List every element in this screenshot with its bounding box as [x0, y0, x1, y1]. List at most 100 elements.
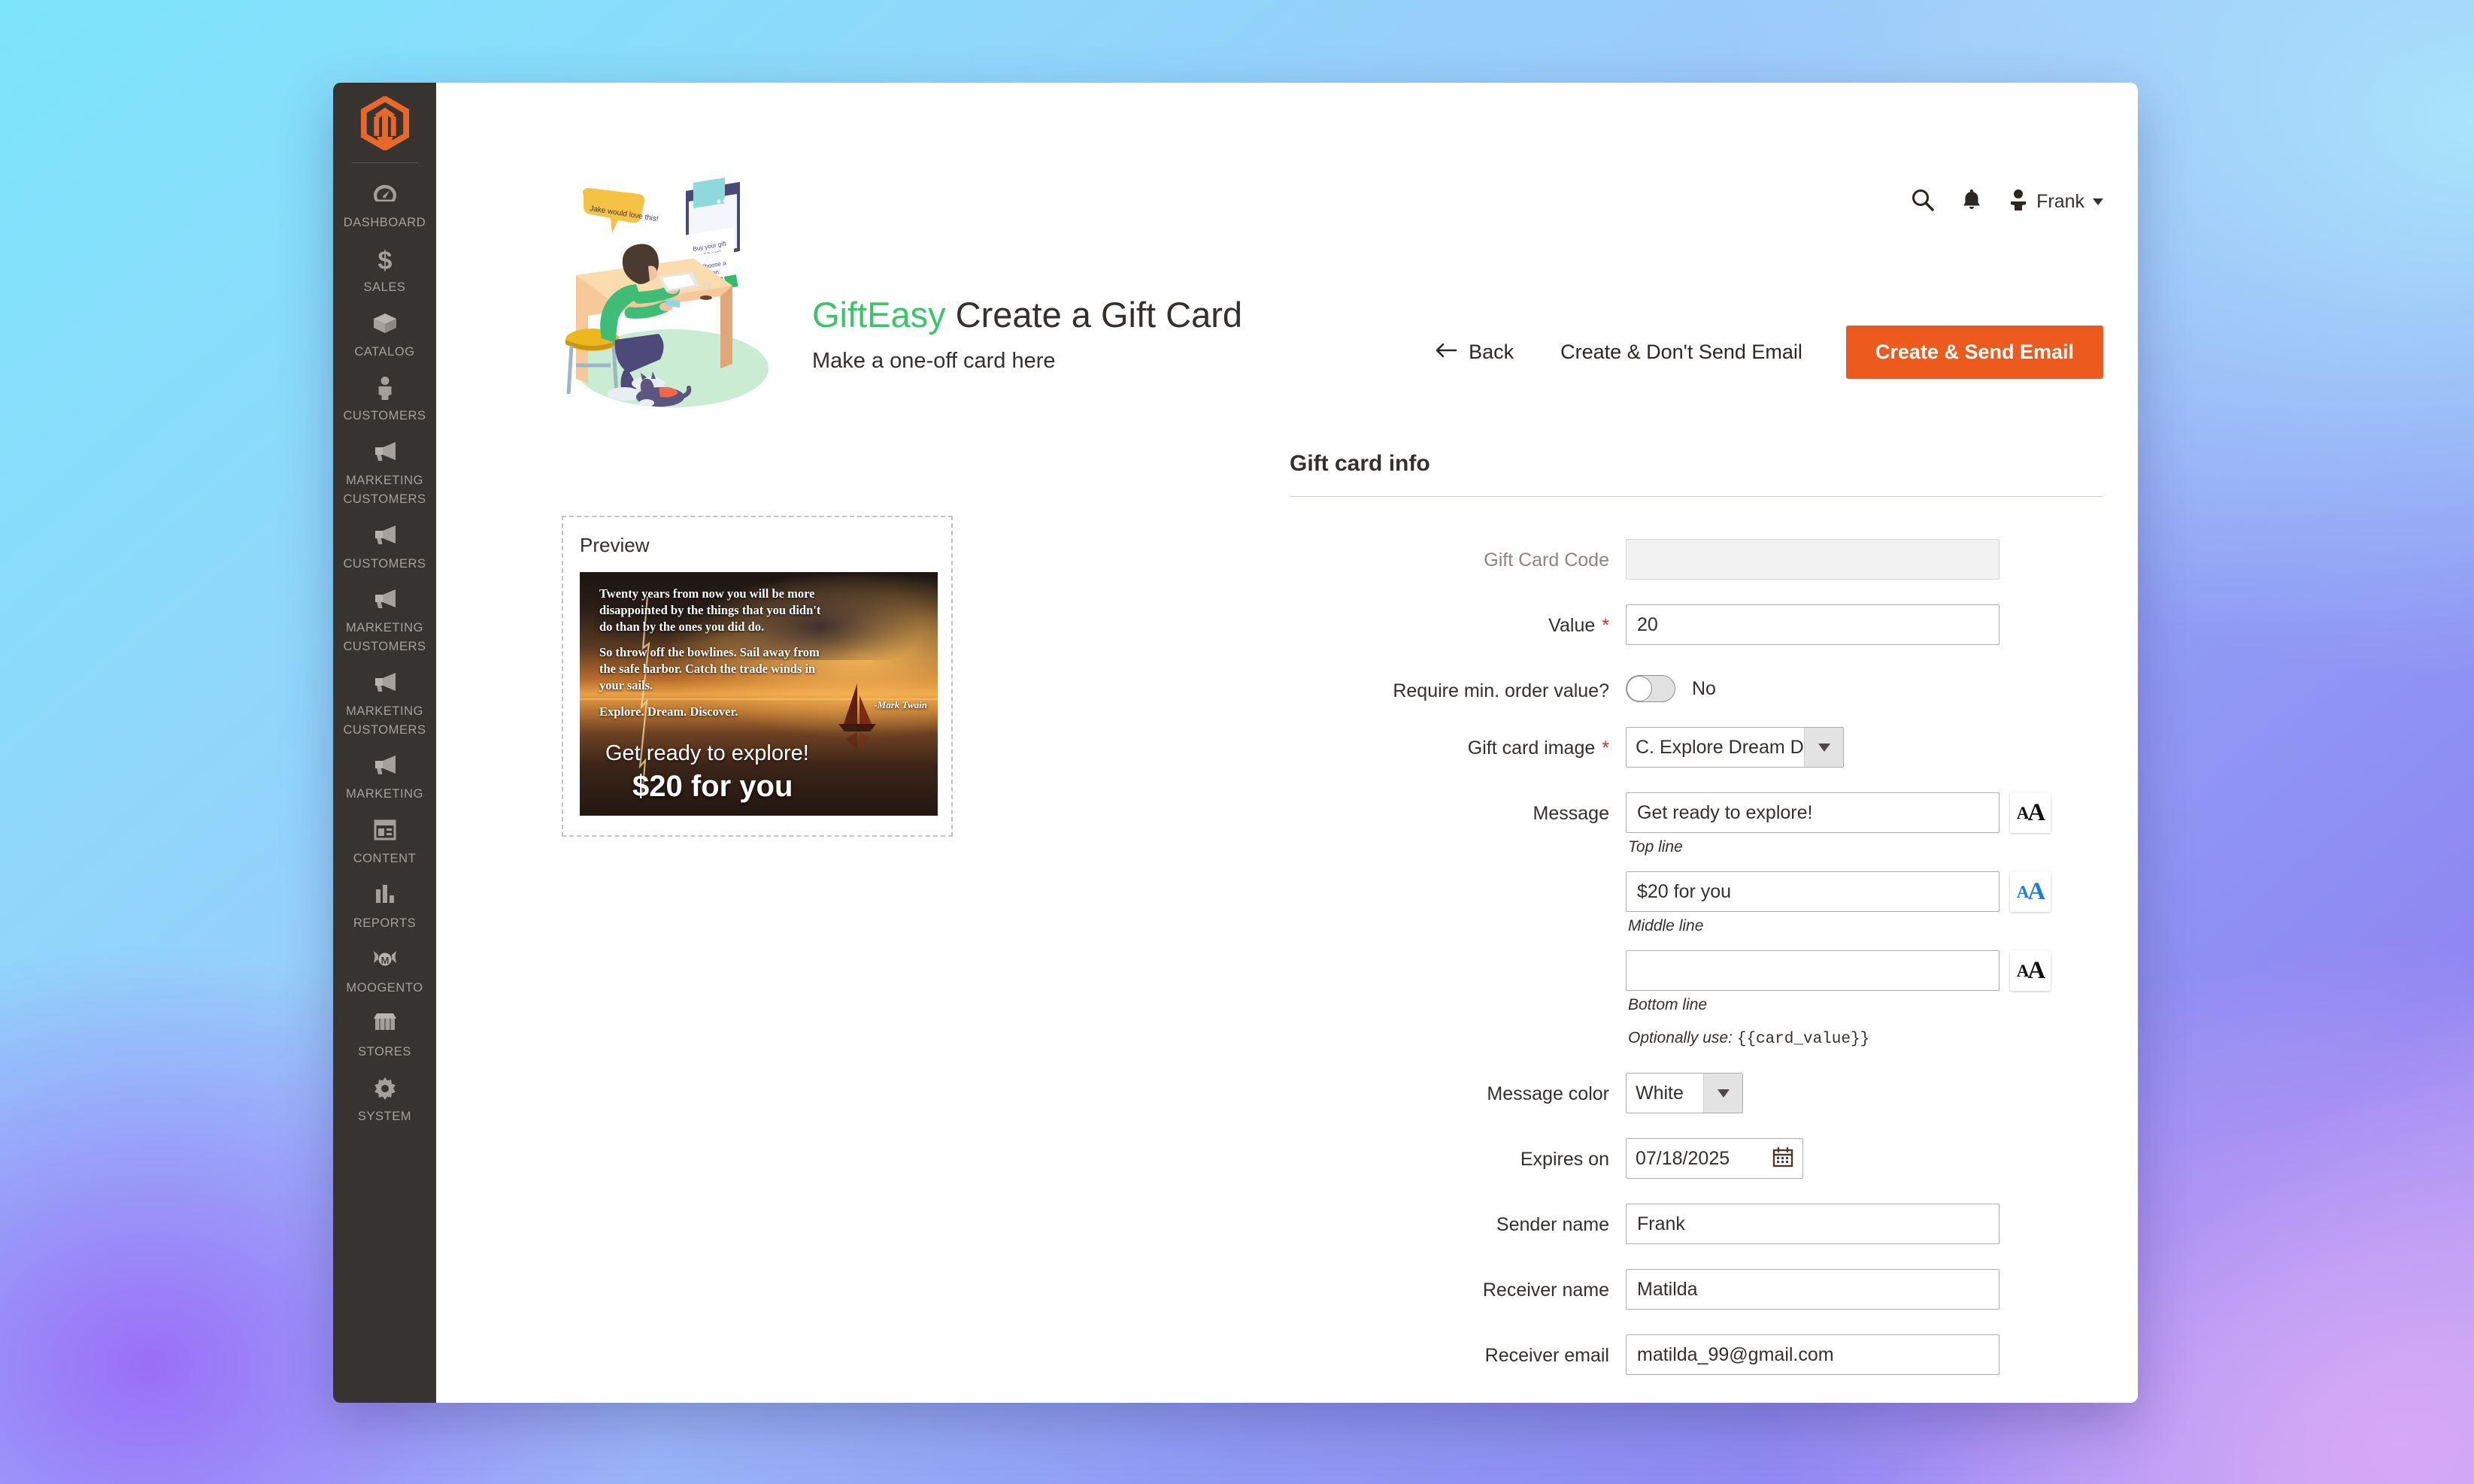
- receiver-email-input[interactable]: [1626, 1334, 2000, 1375]
- field-gift-card-code: Gift Card Code: [1290, 539, 2103, 580]
- back-button[interactable]: Back: [1412, 341, 1536, 364]
- value-label-text: Value: [1548, 615, 1596, 636]
- message-color-select[interactable]: White: [1626, 1073, 1743, 1113]
- message-top-help: Top line: [1628, 838, 1683, 856]
- create-send-email-button[interactable]: Create & Send Email: [1845, 326, 2103, 379]
- field-sender-name: Sender name: [1290, 1204, 2103, 1244]
- sidebar-item-customers-2[interactable]: CUSTOMERS: [333, 516, 436, 581]
- message-middle-line-row: AA: [1626, 871, 2103, 912]
- message-hint-prefix: Optionally use:: [1628, 1029, 1733, 1046]
- page-header: Buy your gift card here! Choose a design…: [436, 128, 2138, 407]
- require-min-order-label: Require min. order value?: [1393, 680, 1609, 701]
- message-top-input[interactable]: [1626, 792, 2000, 833]
- message-hint: Optionally use: {{card_value}}: [1628, 1029, 2103, 1048]
- sidebar-item-catalog[interactable]: CATALOG: [333, 304, 436, 369]
- gift-card-image-selected: C. Explore Dream Discover: [1636, 736, 1804, 758]
- gift-card-image-label: Gift card image *: [1290, 727, 1626, 759]
- sidebar-item-sales[interactable]: $ SALES: [333, 240, 436, 304]
- calendar-icon[interactable]: [1772, 1146, 1793, 1171]
- brand-name: GiftEasy: [812, 295, 946, 335]
- field-gift-card-image: Gift card image * C. Explore Dream Discov…: [1290, 727, 2103, 768]
- sidebar-item-label: MOOGENTO: [346, 980, 423, 995]
- storefront-icon: [336, 1012, 433, 1037]
- create-dont-send-email-button[interactable]: Create & Don't Send Email: [1536, 341, 1827, 364]
- required-asterisk: *: [1602, 737, 1609, 759]
- sender-name-input[interactable]: [1626, 1204, 2000, 1244]
- expires-on-label: Expires on: [1520, 1149, 1609, 1170]
- sidebar-item-dashboard[interactable]: DASHBOARD: [333, 175, 436, 240]
- magento-logo-icon[interactable]: [358, 95, 412, 152]
- header-actions: Back Create & Don't Send Email Create & …: [1412, 326, 2103, 379]
- megaphone-icon: [336, 441, 433, 466]
- sidebar-item-customers[interactable]: CUSTOMERS: [333, 368, 436, 433]
- chevron-down-icon: [1703, 1074, 1742, 1113]
- card-message-middle: $20 for you: [632, 770, 793, 803]
- card-message-top: Get ready to explore!: [605, 741, 809, 765]
- sidebar-item-stores[interactable]: STORES: [333, 1004, 436, 1069]
- field-require-min-order-value: Require min. order value? No: [1290, 670, 2103, 702]
- sidebar-item-label: SALES: [363, 280, 406, 294]
- receiver-email-label: Receiver email: [1484, 1345, 1609, 1366]
- gauge-icon: [336, 183, 433, 208]
- sidebar-item-label: MARKETING CUSTOMERS: [343, 704, 426, 737]
- sidebar-item-label: REPORTS: [353, 916, 417, 930]
- field-message-color: Message color White: [1290, 1073, 2103, 1113]
- gift-card-preview-image: Twenty years from now you will be more d…: [580, 572, 938, 816]
- section-divider: [1290, 496, 2103, 497]
- quote-paragraph: So throw off the bowlines. Sail away fro…: [599, 645, 820, 692]
- layout-icon: [336, 819, 433, 844]
- message-middle-input[interactable]: [1626, 871, 2000, 912]
- bar-chart-icon: [336, 883, 433, 909]
- receiver-name-input[interactable]: [1626, 1269, 2000, 1310]
- quote-paragraph: Twenty years from now you will be more d…: [599, 586, 821, 634]
- page-subtitle: Make a one-off card here: [812, 348, 1056, 373]
- message-bottom-line-row: AA: [1626, 950, 2103, 991]
- message-bottom-help: Bottom line: [1628, 996, 1708, 1013]
- font-size-icon-middle[interactable]: AA: [2010, 871, 2051, 912]
- require-min-order-state: No: [1692, 677, 1716, 699]
- sender-name-label: Sender name: [1496, 1214, 1609, 1235]
- message-color-label: Message color: [1487, 1083, 1609, 1104]
- sidebar-item-label: DASHBOARD: [343, 216, 426, 229]
- sidebar-nav-list: DASHBOARD $ SALES CATALOG CUSTOMERS MARK…: [333, 175, 436, 1134]
- sidebar-divider: [351, 162, 418, 163]
- sidebar-item-label: CONTENT: [353, 852, 417, 865]
- font-size-icon-top[interactable]: AA: [2010, 792, 2051, 833]
- svg-text:M: M: [380, 955, 389, 966]
- back-button-label: Back: [1469, 341, 1514, 363]
- preview-label: Preview: [580, 534, 650, 556]
- value-input[interactable]: [1626, 604, 2000, 645]
- sidebar-item-marketing-1[interactable]: MARKETING CUSTOMERS: [333, 433, 436, 516]
- main-content: Frank Buy your gift card here: [436, 83, 2138, 1403]
- arrow-left-icon: [1435, 341, 1457, 364]
- field-value: Value *: [1290, 604, 2103, 645]
- font-size-icon-bottom[interactable]: AA: [2010, 950, 2051, 991]
- quote-paragraph: Explore. Dream. Discover.: [599, 704, 738, 719]
- sidebar-item-content[interactable]: CONTENT: [333, 811, 436, 876]
- require-min-order-toggle[interactable]: [1626, 675, 1675, 702]
- sidebar-item-reports[interactable]: REPORTS: [333, 876, 436, 940]
- title-block: GiftEasy Create a Gift Card Make a one-o…: [812, 295, 1242, 374]
- gift-card-code-input: [1626, 539, 2000, 580]
- chevron-down-icon: [1804, 728, 1843, 767]
- message-label: Message: [1533, 803, 1609, 824]
- sidebar-item-marketing-2[interactable]: MARKETING CUSTOMERS: [333, 580, 436, 664]
- message-hint-code: {{card_value}}: [1736, 1031, 1870, 1048]
- sidebar-item-label: CATALOG: [354, 344, 415, 359]
- admin-window: DASHBOARD $ SALES CATALOG CUSTOMERS MARK…: [333, 83, 2138, 1403]
- gift-card-image-select[interactable]: C. Explore Dream Discover: [1626, 727, 1844, 768]
- sidebar-item-marketing-4[interactable]: MARKETING: [333, 747, 436, 811]
- svg-text:$: $: [377, 247, 392, 273]
- message-bottom-input[interactable]: [1626, 950, 2000, 991]
- value-label: Value *: [1290, 604, 1626, 637]
- card-attribution: -Mark Twain: [874, 698, 927, 710]
- page-title-text: Create a Gift Card: [955, 295, 1243, 335]
- sidebar-item-marketing-3[interactable]: MARKETING CUSTOMERS: [333, 664, 436, 747]
- sidebar-item-system[interactable]: SYSTEM: [333, 1069, 436, 1134]
- sidebar-item-label: MARKETING CUSTOMERS: [343, 474, 426, 506]
- field-message: Message AA Top line AA Middle line AA: [1290, 792, 2103, 1048]
- sidebar-item-moogento[interactable]: M MOOGENTO: [333, 940, 436, 1005]
- expires-on-input[interactable]: 07/18/2025: [1626, 1138, 1803, 1179]
- box-icon: [336, 312, 433, 338]
- megaphone-icon: [336, 754, 433, 780]
